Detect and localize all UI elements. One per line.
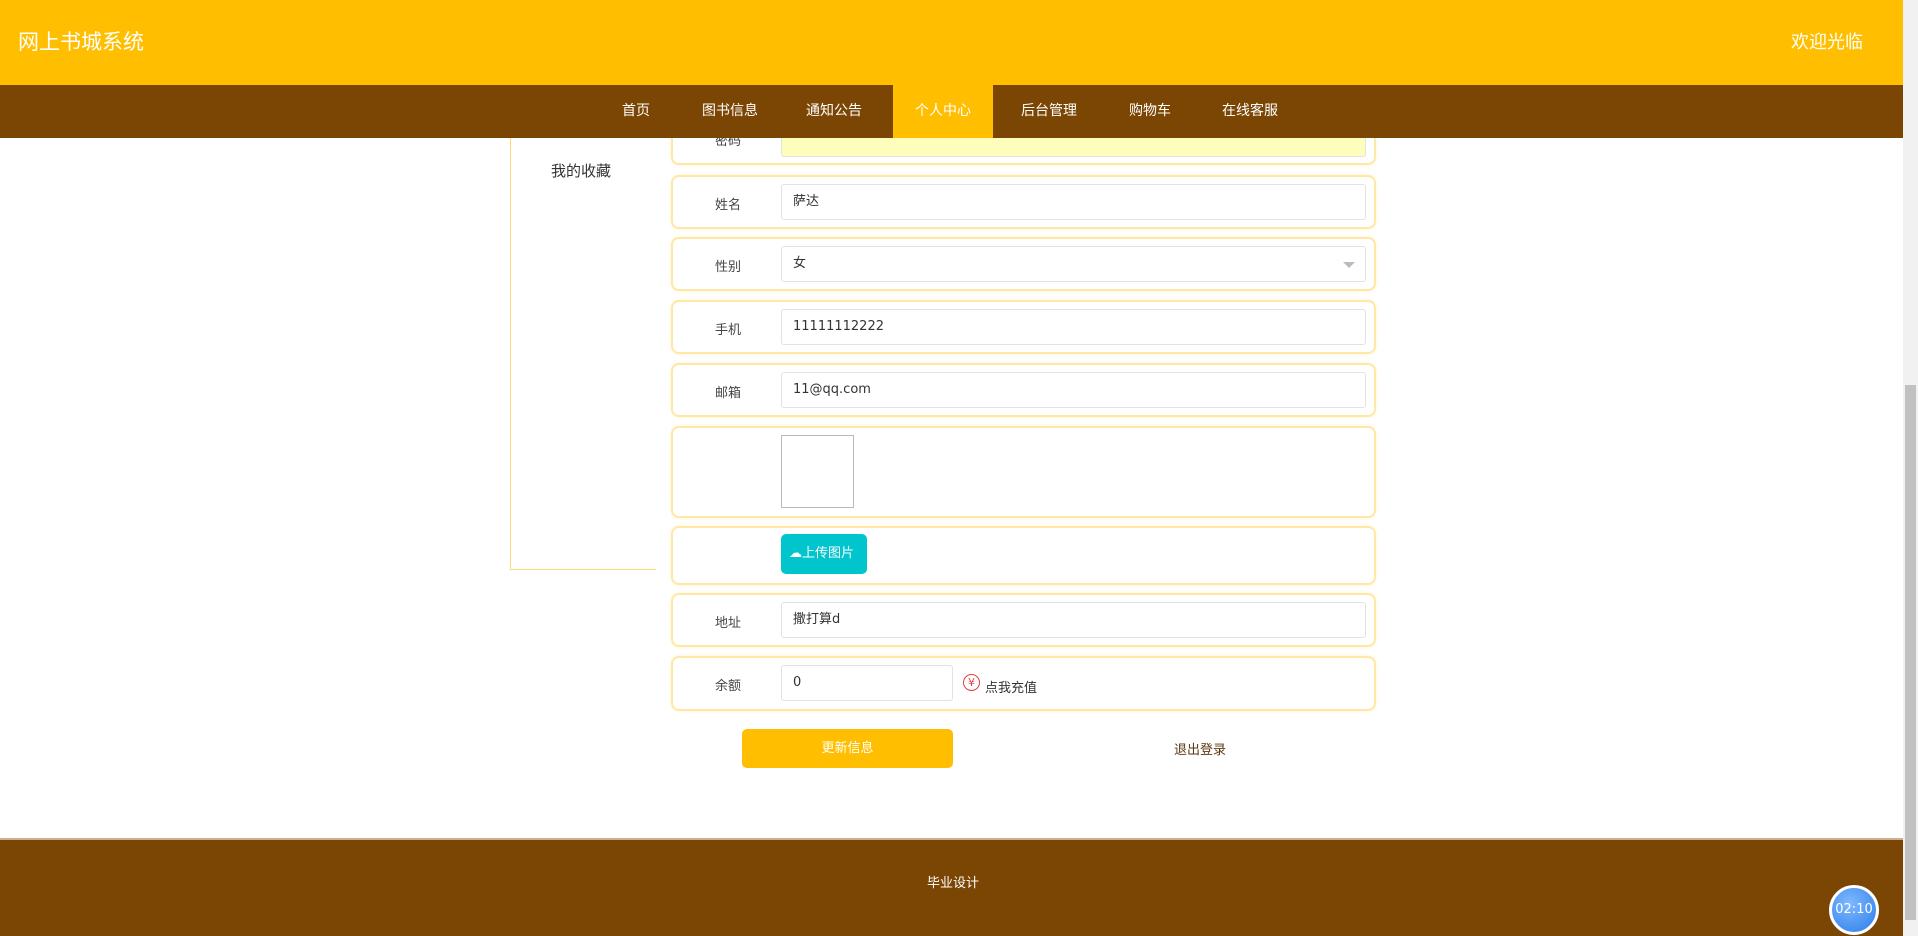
sidebar: 我的收藏 xyxy=(510,100,656,570)
nav-support[interactable]: 在线客服 xyxy=(1200,85,1300,138)
address-row: 地址 撒打算d xyxy=(671,593,1376,647)
sidebar-item-favorites[interactable]: 我的收藏 xyxy=(551,160,611,181)
gender-select[interactable]: 女 xyxy=(781,246,1366,282)
gender-row: 性别 女 xyxy=(671,237,1376,291)
address-label: 地址 xyxy=(714,616,741,631)
header: 网上书城系统 欢迎光临 xyxy=(0,0,1903,85)
upload-row: ☁上传图片 xyxy=(671,526,1376,585)
address-input[interactable]: 撒打算d xyxy=(781,602,1366,638)
avatar-row xyxy=(671,426,1376,518)
upload-image-button[interactable]: ☁上传图片 xyxy=(781,534,867,574)
upload-label: 上传图片 xyxy=(802,546,855,561)
footer-text: 毕业设计 xyxy=(927,876,980,891)
email-row: 邮箱 11@qq.com xyxy=(671,363,1376,417)
nav-home[interactable]: 首页 xyxy=(600,85,672,138)
nav-cart[interactable]: 购物车 xyxy=(1107,85,1193,138)
scrollbar-thumb[interactable] xyxy=(1905,385,1916,920)
email-input[interactable]: 11@qq.com xyxy=(781,372,1366,408)
nav-books[interactable]: 图书信息 xyxy=(680,85,780,138)
gender-value: 女 xyxy=(793,256,807,271)
welcome-text: 欢迎光临 xyxy=(1791,32,1863,53)
avatar-image xyxy=(781,435,854,508)
name-row: 姓名 萨达 xyxy=(671,175,1376,229)
main-nav: 首页 图书信息 通知公告 个人中心 后台管理 购物车 在线客服 xyxy=(0,85,1903,138)
nav-notices[interactable]: 通知公告 xyxy=(784,85,884,138)
phone-input[interactable]: 11111112222 xyxy=(781,309,1366,345)
chevron-down-icon xyxy=(1343,262,1355,268)
cloud-upload-icon: ☁ xyxy=(789,546,802,561)
email-label: 邮箱 xyxy=(714,386,741,401)
nav-admin[interactable]: 后台管理 xyxy=(999,85,1099,138)
footer: 毕业设计 xyxy=(0,838,1903,936)
phone-label: 手机 xyxy=(714,323,741,338)
gender-label: 性别 xyxy=(714,260,741,275)
recharge-link[interactable]: 点我充值 xyxy=(985,677,1037,696)
name-input[interactable]: 萨达 xyxy=(781,184,1366,220)
balance-row: 余额 0 ¥ 点我充值 xyxy=(671,656,1376,711)
timer-badge[interactable]: 02:10 xyxy=(1829,885,1879,935)
phone-row: 手机 11111112222 xyxy=(671,300,1376,354)
nav-profile[interactable]: 个人中心 xyxy=(893,85,993,138)
yen-icon[interactable]: ¥ xyxy=(963,674,980,691)
balance-input[interactable]: 0 xyxy=(781,665,953,701)
scrollbar[interactable] xyxy=(1903,0,1918,936)
logout-link[interactable]: 退出登录 xyxy=(1174,739,1226,758)
name-label: 姓名 xyxy=(714,198,741,213)
site-title: 网上书城系统 xyxy=(18,30,144,54)
balance-label: 余额 xyxy=(714,679,741,694)
update-info-button[interactable]: 更新信息 xyxy=(742,729,953,768)
